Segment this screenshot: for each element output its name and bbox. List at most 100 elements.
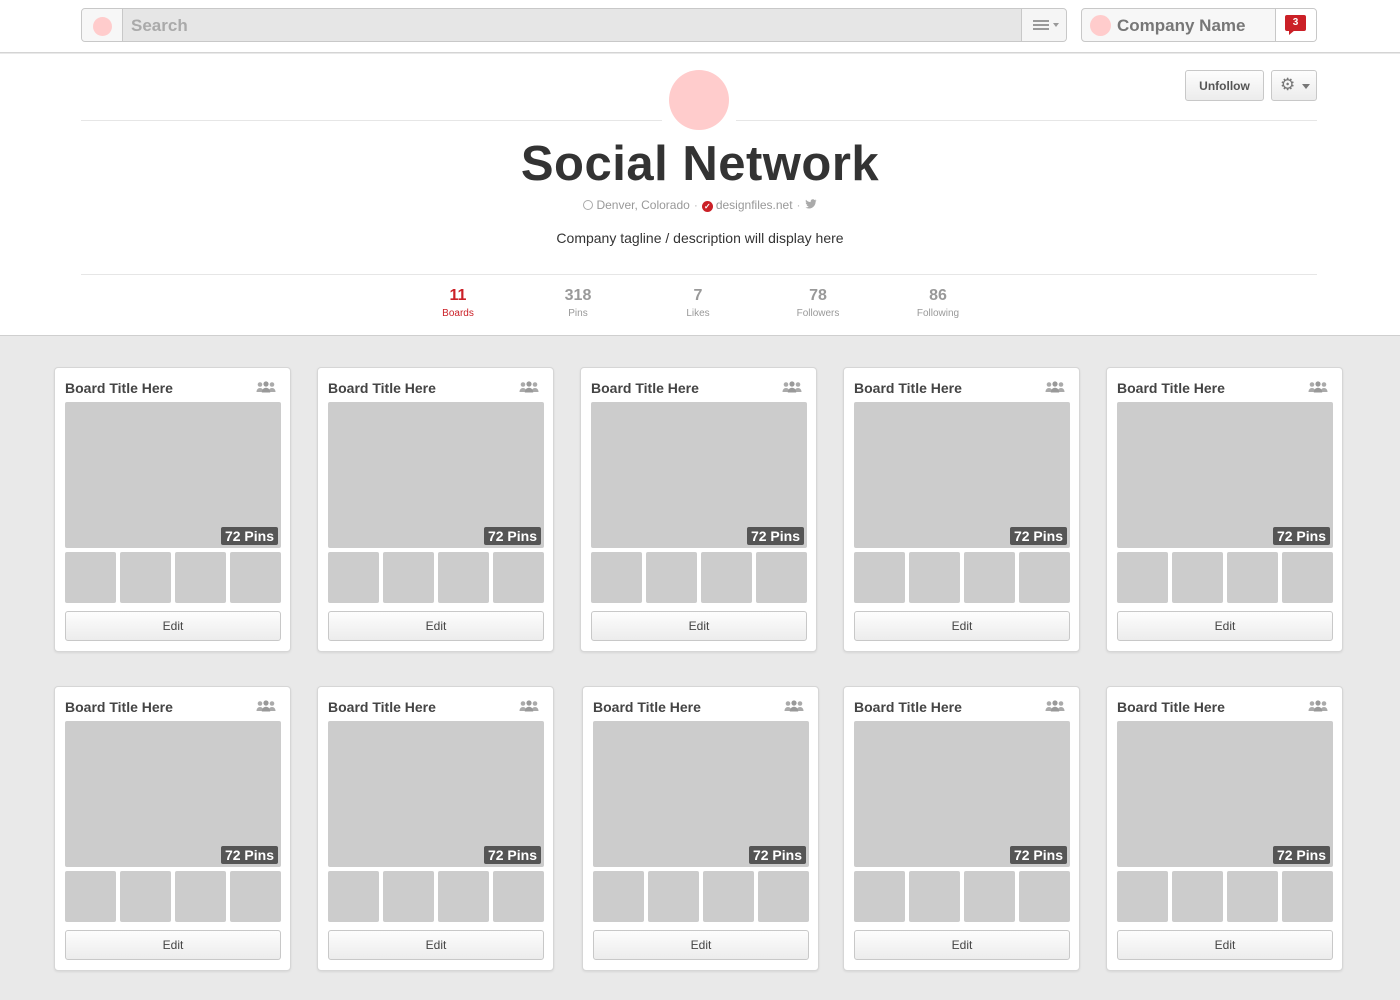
search-input[interactable]: Search (131, 16, 188, 36)
board-thumbnail[interactable] (1282, 871, 1333, 922)
board-title[interactable]: Board Title Here (593, 699, 701, 715)
board-card[interactable]: Board Title Here 72 Pins Edit (54, 367, 291, 652)
notifications-button[interactable]: 3 (1275, 9, 1316, 41)
board-thumbnail[interactable] (438, 552, 489, 603)
board-thumbnail[interactable] (854, 552, 905, 603)
pin-count-badge: 72 Pins (220, 846, 278, 864)
board-cover-image[interactable]: 72 Pins (854, 402, 1070, 548)
board-thumbnail[interactable] (1019, 871, 1070, 922)
board-cover-image[interactable]: 72 Pins (65, 721, 281, 867)
board-cover-image[interactable]: 72 Pins (593, 721, 809, 867)
board-thumbnail[interactable] (646, 552, 697, 603)
board-thumbnail[interactable] (120, 552, 171, 603)
board-title[interactable]: Board Title Here (854, 699, 962, 715)
board-thumbnail[interactable] (65, 871, 116, 922)
board-card[interactable]: Board Title Here 72 Pins Edit (1106, 367, 1343, 652)
board-card[interactable]: Board Title Here 72 Pins Edit (1106, 686, 1343, 971)
board-title[interactable]: Board Title Here (328, 699, 436, 715)
board-thumbnail[interactable] (438, 871, 489, 922)
board-thumbnail[interactable] (854, 871, 905, 922)
edit-board-button[interactable]: Edit (593, 930, 809, 960)
menu-icon (1033, 20, 1049, 30)
board-title[interactable]: Board Title Here (591, 380, 699, 396)
twitter-icon[interactable] (804, 199, 817, 213)
stat-tab-followers[interactable]: 78 Followers (758, 287, 878, 319)
unfollow-button[interactable]: Unfollow (1185, 70, 1264, 101)
group-board-icon (519, 699, 539, 712)
edit-board-button[interactable]: Edit (1117, 611, 1333, 641)
board-thumbnail[interactable] (593, 871, 644, 922)
board-thumbnail[interactable] (230, 871, 281, 922)
board-thumbnail[interactable] (1172, 552, 1223, 603)
board-title[interactable]: Board Title Here (328, 380, 436, 396)
edit-board-button[interactable]: Edit (65, 930, 281, 960)
menu-dropdown-button[interactable] (1021, 9, 1066, 41)
board-thumbnail[interactable] (120, 871, 171, 922)
board-thumbnail[interactable] (648, 871, 699, 922)
board-title[interactable]: Board Title Here (1117, 380, 1225, 396)
board-thumbnail[interactable] (1117, 552, 1168, 603)
board-thumbnail[interactable] (328, 871, 379, 922)
board-thumbnail[interactable] (493, 871, 544, 922)
board-thumbnail[interactable] (964, 871, 1015, 922)
board-thumbnail[interactable] (383, 552, 434, 603)
board-thumbnail[interactable] (1227, 871, 1278, 922)
edit-board-button[interactable]: Edit (65, 611, 281, 641)
board-thumbnail[interactable] (1019, 552, 1070, 603)
board-thumbnail[interactable] (65, 552, 116, 603)
website-link[interactable]: designfiles.net (716, 198, 793, 212)
board-thumbnail[interactable] (756, 552, 807, 603)
edit-board-button[interactable]: Edit (854, 611, 1070, 641)
board-thumbnail[interactable] (964, 552, 1015, 603)
board-thumbnail[interactable] (909, 871, 960, 922)
board-title[interactable]: Board Title Here (1117, 699, 1225, 715)
board-thumbnail[interactable] (230, 552, 281, 603)
edit-board-button[interactable]: Edit (328, 611, 544, 641)
board-thumbnail[interactable] (1172, 871, 1223, 922)
stat-tab-likes[interactable]: 7 Likes (638, 287, 758, 319)
board-thumbnail[interactable] (701, 552, 752, 603)
board-title[interactable]: Board Title Here (854, 380, 962, 396)
chevron-down-icon (1053, 23, 1059, 27)
board-cover-image[interactable]: 72 Pins (328, 402, 544, 548)
board-card[interactable]: Board Title Here 72 Pins Edit (582, 686, 819, 971)
stat-tab-pins[interactable]: 318 Pins (518, 287, 638, 319)
board-thumbnail[interactable] (591, 552, 642, 603)
board-thumbnail[interactable] (175, 871, 226, 922)
board-cover-image[interactable]: 72 Pins (591, 402, 807, 548)
board-thumbnail[interactable] (1282, 552, 1333, 603)
edit-board-button[interactable]: Edit (328, 930, 544, 960)
board-thumbnail[interactable] (328, 552, 379, 603)
home-logo-button[interactable] (82, 9, 123, 41)
board-thumbnail[interactable] (1227, 552, 1278, 603)
board-cover-image[interactable]: 72 Pins (1117, 721, 1333, 867)
board-card[interactable]: Board Title Here 72 Pins Edit (580, 367, 817, 652)
board-card[interactable]: Board Title Here 72 Pins Edit (843, 686, 1080, 971)
board-cover-image[interactable]: 72 Pins (1117, 402, 1333, 548)
account-menu[interactable]: Company Name 3 (1081, 8, 1317, 42)
stat-tab-following[interactable]: 86 Following (878, 287, 998, 319)
edit-board-button[interactable]: Edit (854, 930, 1070, 960)
chevron-down-icon (1302, 84, 1310, 89)
board-cover-image[interactable]: 72 Pins (65, 402, 281, 548)
board-card[interactable]: Board Title Here 72 Pins Edit (843, 367, 1080, 652)
board-thumbnail[interactable] (909, 552, 960, 603)
board-thumbnail[interactable] (493, 552, 544, 603)
board-thumbnail[interactable] (1117, 871, 1168, 922)
board-thumbnail[interactable] (703, 871, 754, 922)
edit-board-button[interactable]: Edit (1117, 930, 1333, 960)
board-title[interactable]: Board Title Here (65, 699, 173, 715)
board-thumbnail[interactable] (383, 871, 434, 922)
group-board-icon (782, 380, 802, 393)
board-card[interactable]: Board Title Here 72 Pins Edit (54, 686, 291, 971)
board-card[interactable]: Board Title Here 72 Pins Edit (317, 686, 554, 971)
settings-dropdown-button[interactable]: ⚙ (1271, 70, 1317, 101)
edit-board-button[interactable]: Edit (591, 611, 807, 641)
stat-tab-boards[interactable]: 11 Boards (398, 287, 518, 319)
board-card[interactable]: Board Title Here 72 Pins Edit (317, 367, 554, 652)
board-cover-image[interactable]: 72 Pins (328, 721, 544, 867)
board-thumbnail[interactable] (175, 552, 226, 603)
board-thumbnail[interactable] (758, 871, 809, 922)
board-cover-image[interactable]: 72 Pins (854, 721, 1070, 867)
board-title[interactable]: Board Title Here (65, 380, 173, 396)
